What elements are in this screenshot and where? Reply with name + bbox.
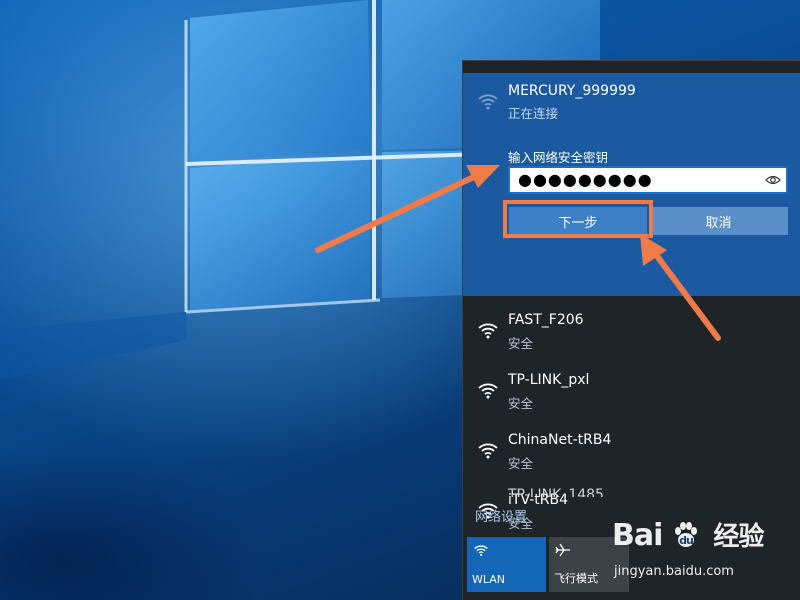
network-item[interactable]: FAST_F206 安全 [463, 305, 800, 365]
active-network-name: MERCURY_999999 [508, 83, 636, 99]
network-name: FAST_F206 [508, 312, 584, 328]
watermark-brand: Bai du 经验 [612, 516, 764, 553]
next-button[interactable]: 下一步 [509, 207, 647, 235]
watermark-brand-text: Bai [612, 518, 663, 553]
wifi-icon [474, 545, 488, 556]
network-status: 安全 [508, 336, 534, 351]
baidu-watermark: Bai du 经验 jingyan.baidu.com [612, 516, 798, 586]
network-name: TP-LINK_1485 [508, 487, 604, 497]
eye-icon[interactable] [765, 174, 781, 186]
watermark-brand-cn: 经验 [713, 522, 764, 552]
cancel-button[interactable]: 取消 [649, 207, 788, 235]
network-item[interactable]: ChinaNet-tRB4 安全 [463, 425, 800, 485]
watermark-url: jingyan.baidu.com [614, 564, 734, 579]
network-item-partial[interactable]: TP-LINK_1485 [463, 487, 800, 497]
network-name: ChinaNet-tRB4 [508, 432, 612, 448]
airplane-icon [555, 543, 570, 557]
paw-icon: du [674, 522, 697, 547]
svg-text:du: du [679, 534, 693, 547]
wifi-icon [478, 323, 498, 339]
wifi-icon [478, 443, 498, 459]
network-status: 安全 [508, 456, 534, 471]
airplane-mode-label: 飞行模式 [554, 572, 598, 585]
wifi-icon [478, 94, 498, 110]
active-network-panel[interactable]: MERCURY_999999 正在连接 输入网络安全密钥 ●●●●●●●●● 下… [463, 73, 800, 296]
network-status: 安全 [508, 396, 534, 411]
wlan-tile[interactable]: WLAN [467, 537, 546, 592]
active-network-status: 正在连接 [508, 106, 559, 121]
wifi-icon [478, 383, 498, 399]
wlan-tile-label: WLAN [472, 573, 506, 586]
security-key-label: 输入网络安全密钥 [508, 150, 609, 165]
password-mask: ●●●●●●●●● [518, 170, 653, 189]
network-name: TP-LINK_pxl [508, 372, 590, 388]
network-item[interactable]: TP-LINK_pxl 安全 [463, 365, 800, 425]
security-key-input[interactable]: ●●●●●●●●● [508, 166, 788, 194]
network-settings-link[interactable]: 网络设置 [475, 506, 527, 525]
